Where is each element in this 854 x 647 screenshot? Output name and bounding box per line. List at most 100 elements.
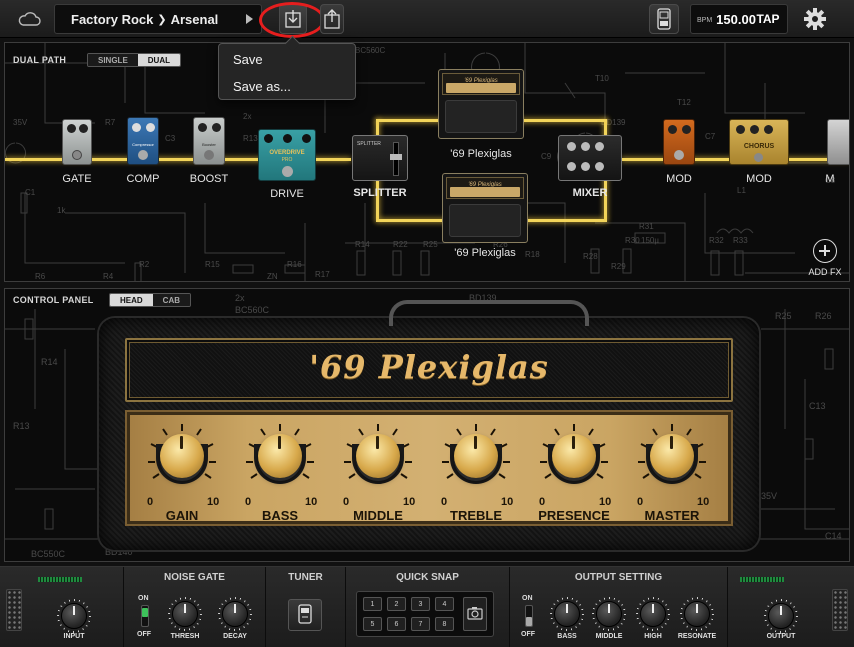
input-knob[interactable] [61,603,87,629]
single-path-button[interactable]: SINGLE [88,54,138,66]
svg-text:R2: R2 [139,260,150,269]
mod-pedal-1[interactable] [663,119,695,165]
knob-icon [764,125,773,134]
output-eq-toggle[interactable] [525,605,533,627]
save-button[interactable] [279,4,307,34]
snapshot-camera-button[interactable] [463,597,487,631]
amp-handle [389,300,589,326]
recorder-button[interactable] [649,4,679,34]
preset-name: Factory Rock [71,11,154,27]
snap-slot-8[interactable]: 8 [435,617,454,631]
dual-path-label: DUAL PATH [13,55,67,65]
control-panel: 2x BC560C BD139 35V BC550C BD140 R25 R26… [4,288,850,562]
treble-label: TREBLE [450,508,502,523]
snap-slot-1[interactable]: 1 [363,597,382,611]
gain-knob[interactable] [160,434,204,478]
knob-icon [67,124,76,133]
master-max: 10 [697,496,710,508]
middle-min: 0 [343,496,350,508]
decay-knob[interactable] [222,601,248,627]
snap-slot-2[interactable]: 2 [387,597,406,611]
mod-pedal-3[interactable] [827,119,849,165]
gate-on-label: ON [138,595,149,602]
mixer-unit[interactable] [558,135,622,181]
svg-text:R16: R16 [287,260,302,269]
middle-max: 10 [403,496,416,508]
settings-button[interactable] [799,4,831,34]
bpm-value[interactable]: 150.00 [716,12,756,27]
splitter-unit[interactable]: SPLITTER [352,135,408,181]
gain-min: 0 [147,496,154,508]
gate-label: GATE [62,173,92,185]
tuner-section: TUNER [266,567,346,647]
snap-slot-7[interactable]: 7 [411,617,430,631]
menu-item-save-as[interactable]: Save as... [233,79,291,94]
export-button[interactable] [320,4,344,34]
input-label: INPUT [63,633,85,640]
amp-path-b[interactable]: '69 Plexiglas [442,173,528,243]
amp-path-a[interactable]: '69 Plexiglas [438,69,524,139]
boost-pedal[interactable]: Booster [193,117,225,165]
tap-tempo-button[interactable]: TAP [752,7,784,31]
svg-text:R14: R14 [41,357,58,367]
svg-text:L1: L1 [737,186,746,195]
output-setting-section: OUTPUT SETTING ON OFF BASS MIDDLE HIGH R… [510,567,728,647]
drive-pedal-text: OVERDRIVE [269,150,305,156]
snap-slot-3[interactable]: 3 [411,597,430,611]
mod-2-label: MOD [746,173,772,185]
presence-label: PRESENCE [538,508,610,523]
svg-text:R33: R33 [733,236,748,245]
output-bass-knob[interactable] [554,601,580,627]
footswitch-icon [282,166,293,177]
svg-text:R17: R17 [315,270,330,279]
snap-slot-5[interactable]: 5 [363,617,382,631]
middle-knob[interactable] [356,434,400,478]
control-panel-label: CONTROL PANEL [13,295,94,305]
master-knob[interactable] [650,434,694,478]
add-fx-button[interactable] [813,239,837,263]
knob-icon [198,123,207,132]
recorder-icon [657,8,671,30]
bass-knob[interactable] [258,434,302,478]
svg-text:R25: R25 [775,311,792,321]
snap-slot-4[interactable]: 4 [435,597,454,611]
threshold-knob[interactable] [172,601,198,627]
cloud-button[interactable] [14,4,44,34]
svg-text:R32: R32 [709,236,724,245]
panel-mode-toggle: HEAD CAB [109,293,192,307]
tuner-button[interactable] [288,599,322,631]
knob-icon [595,162,604,171]
path-mode-toggle: SINGLE DUAL [87,53,181,67]
treble-knob[interactable] [454,434,498,478]
knob-icon [682,125,691,134]
snap-slot-6[interactable]: 6 [387,617,406,631]
head-tab[interactable]: HEAD [110,294,153,306]
output-knob[interactable] [768,603,794,629]
svg-text:BC550C: BC550C [31,549,66,559]
comp-pedal[interactable]: Compressor [127,117,159,165]
bottom-control-bar: INPUT NOISE GATE ON OFF THRESH DECAY TUN… [0,566,854,647]
presence-knob[interactable] [552,434,596,478]
chorus-pedal[interactable]: CHORUS [729,119,789,165]
svg-text:R13: R13 [13,421,30,431]
cloud-icon [18,12,41,26]
output-middle-knob[interactable] [596,601,622,627]
tempo-display[interactable]: BPM 150.00 TAP [690,4,788,34]
preset-selector[interactable]: Factory Rock ❯ Arsenal [54,4,262,34]
knob-icon [132,123,141,132]
dual-path-button[interactable]: DUAL [137,54,180,66]
output-resonate-knob[interactable] [684,601,710,627]
svg-text:C1: C1 [25,188,36,197]
menu-item-save[interactable]: Save [233,52,263,67]
drive-pedal[interactable]: OVERDRIVE PRO [258,129,316,181]
amp-name: '69 Plexiglas [309,348,549,386]
footswitch-icon [754,153,763,162]
output-high-knob[interactable] [640,601,666,627]
drive-pedal-subtext: PRO [281,157,293,163]
bpm-label: BPM [697,17,713,24]
gate-pedal[interactable] [62,119,92,165]
noise-gate-toggle[interactable] [141,605,149,627]
middle-control: 0 10 MIDDLE [329,412,425,528]
play-icon[interactable] [246,14,253,24]
cab-tab[interactable]: CAB [152,294,191,306]
